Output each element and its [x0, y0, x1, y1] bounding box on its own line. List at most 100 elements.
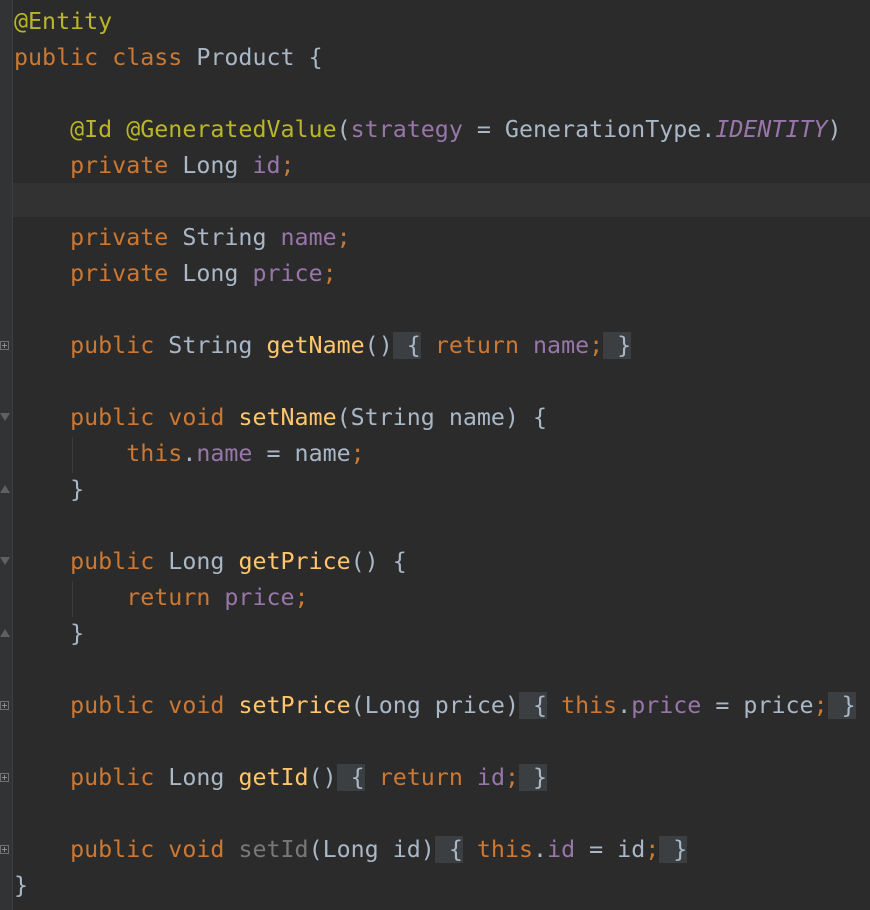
code-line-14: }	[14, 472, 84, 508]
token-type: Long	[182, 152, 239, 179]
token-text: = GenerationType.	[462, 116, 716, 143]
editor-gutter	[0, 0, 13, 910]
token-brace: {	[308, 44, 323, 71]
token-text: = name	[252, 440, 351, 467]
token-dot: .	[617, 692, 632, 719]
token-semicolon: ;	[504, 764, 520, 791]
token-method-name: setName	[238, 404, 337, 431]
token-keyword: public	[70, 404, 155, 431]
code-editor[interactable]: @Entity public class Product { @Id @Gene…	[0, 0, 870, 910]
token-brace: }	[14, 872, 29, 899]
token-keyword: private	[70, 260, 169, 287]
fold-expand-icon[interactable]	[0, 845, 9, 854]
token-text: = id	[575, 836, 646, 863]
token-field: id	[547, 836, 576, 863]
token-brace: }	[70, 620, 85, 647]
token-field: id	[476, 764, 505, 791]
token-type: Long	[168, 764, 225, 791]
fold-expand-icon[interactable]	[0, 341, 9, 350]
token-type: Long	[168, 548, 225, 575]
fold-collapse-icon[interactable]	[0, 413, 10, 421]
token-keyword: return	[126, 584, 211, 611]
fold-expand-icon[interactable]	[0, 701, 9, 710]
token-param-name: strategy	[350, 116, 463, 143]
token-constant: IDENTITY	[715, 116, 828, 143]
token-text: = price	[701, 692, 814, 719]
token-semicolon: ;	[813, 692, 828, 719]
token-type: String	[168, 332, 253, 359]
code-line-13: this.name = name;	[14, 436, 365, 472]
token-semicolon: ;	[322, 260, 337, 287]
token-method-name: getName	[266, 332, 365, 359]
token-field: name	[533, 332, 590, 359]
token-keyword: private	[70, 152, 169, 179]
folded-region-close[interactable]: }	[519, 764, 548, 791]
token-keyword: this	[476, 836, 534, 863]
token-annotation: @Id	[70, 116, 113, 143]
code-line-17: return price;	[14, 580, 309, 616]
code-line-1: @Entity	[14, 4, 112, 40]
token-semicolon: ;	[280, 152, 295, 179]
folded-region-open[interactable]: {	[518, 692, 548, 719]
token-signature: (Long id)	[308, 836, 435, 863]
folded-region-close[interactable]: }	[659, 836, 688, 863]
token-keyword: void	[168, 836, 225, 863]
token-method-name: getId	[238, 764, 309, 791]
token-brace: }	[70, 476, 85, 503]
token-keyword: class	[112, 44, 183, 71]
code-line-20: public void setPrice(Long price) { this.…	[14, 688, 856, 724]
current-line-highlight	[13, 183, 870, 217]
token-keyword: this	[561, 692, 618, 719]
code-line-7: private String name;	[14, 220, 351, 256]
token-parens: ()	[308, 764, 337, 791]
folded-region-close[interactable]: }	[603, 332, 632, 359]
token-dot: .	[533, 836, 548, 863]
token-keyword: public	[14, 44, 99, 71]
code-line-22: public Long getId() { return id; }	[14, 760, 548, 796]
token-field: name	[280, 224, 337, 251]
token-signature: (Long price)	[350, 692, 519, 719]
code-line-4: @Id @GeneratedValue(strategy = Generatio…	[14, 112, 841, 148]
folded-region-open[interactable]: {	[434, 836, 463, 863]
token-signature: (String name) {	[336, 404, 548, 431]
token-keyword: return	[434, 332, 519, 359]
token-annotation: @Entity	[14, 8, 113, 35]
folded-region-open[interactable]: {	[336, 764, 365, 791]
token-field: id	[252, 152, 281, 179]
token-keyword: this	[126, 440, 183, 467]
token-type: Long	[182, 260, 239, 287]
code-line-25: }	[14, 868, 28, 904]
token-annotation: @GeneratedValue	[126, 116, 337, 143]
token-keyword: return	[378, 764, 463, 791]
code-line-24: public void setId(Long id) { this.id = i…	[14, 832, 688, 868]
folded-region-close[interactable]: }	[827, 692, 856, 719]
fold-collapse-icon[interactable]	[0, 557, 10, 565]
token-keyword: void	[168, 404, 225, 431]
token-semicolon: ;	[350, 440, 365, 467]
token-keyword: public	[70, 332, 155, 359]
token-keyword: public	[70, 692, 155, 719]
token-keyword: void	[168, 692, 225, 719]
token-method-name-unused: setId	[238, 836, 309, 863]
token-field: price	[252, 260, 323, 287]
code-line-2: public class Product {	[14, 40, 323, 76]
token-parens: ()	[364, 332, 393, 359]
folded-region-open[interactable]: {	[392, 332, 421, 359]
token-keyword: public	[70, 548, 155, 575]
code-line-16: public Long getPrice() {	[14, 544, 407, 580]
token-keyword: private	[70, 224, 169, 251]
code-line-18: }	[14, 616, 84, 652]
token-field: price	[631, 692, 702, 719]
code-line-10: public String getName() { return name; }	[14, 328, 632, 364]
token-keyword: public	[70, 836, 155, 863]
token-semicolon: ;	[645, 836, 660, 863]
token-type: String	[182, 224, 267, 251]
token-signature: () {	[350, 548, 407, 575]
token-semicolon: ;	[294, 584, 309, 611]
fold-end-icon[interactable]	[0, 629, 10, 637]
fold-expand-icon[interactable]	[0, 773, 9, 782]
token-class-name: Product	[196, 44, 295, 71]
fold-end-icon[interactable]	[0, 485, 10, 493]
code-line-8: private Long price;	[14, 256, 337, 292]
token-dot: .	[182, 440, 197, 467]
